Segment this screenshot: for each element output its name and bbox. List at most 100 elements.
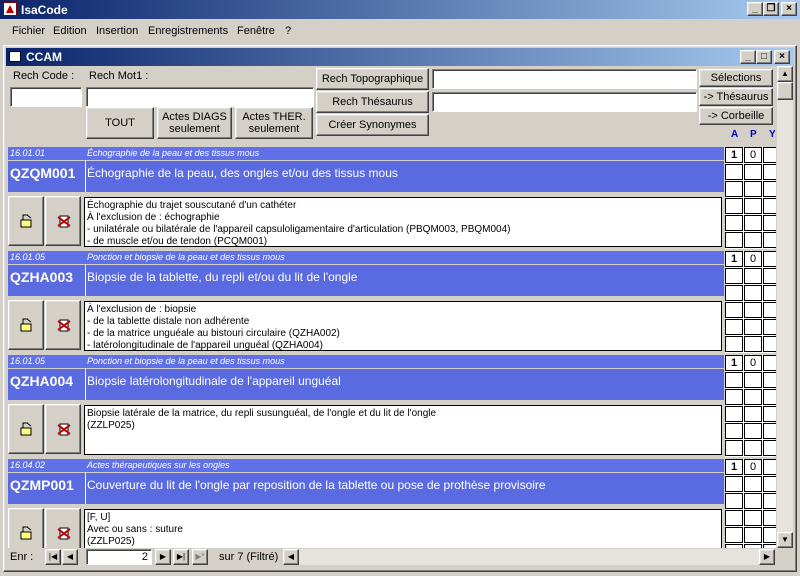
flag-cell[interactable] (725, 215, 743, 231)
flag-cell[interactable] (725, 232, 743, 248)
flag-cell[interactable] (763, 181, 776, 197)
flag-cell[interactable] (763, 147, 776, 163)
delete-button[interactable] (45, 300, 81, 350)
restore-button[interactable]: ❐ (763, 2, 779, 16)
flag-cell[interactable] (725, 372, 743, 388)
act-row[interactable]: QZHA004 Biopsie latérolongitudinale de l'… (8, 369, 724, 400)
flag-cell[interactable] (725, 198, 743, 214)
flag-cell[interactable] (763, 355, 776, 371)
first-record-button[interactable]: |◀ (45, 549, 61, 565)
flag-cell[interactable] (725, 476, 743, 492)
hscroll-right-button[interactable]: ▶ (759, 549, 775, 565)
delete-button[interactable] (45, 404, 81, 454)
scroll-up-button[interactable]: ▲ (777, 66, 793, 82)
flag-cell[interactable] (763, 268, 776, 284)
flag-cell[interactable] (725, 285, 743, 301)
flag-cell[interactable] (744, 476, 762, 492)
flag-cell[interactable] (763, 493, 776, 509)
flag-cell[interactable] (744, 268, 762, 284)
hscroll-left-button[interactable]: ◀ (283, 549, 299, 565)
edit-button[interactable] (8, 300, 44, 350)
flag-cell[interactable] (744, 423, 762, 439)
menu-fichier[interactable]: Fichier (12, 25, 45, 37)
flag-cell[interactable] (744, 440, 762, 456)
flag-cell[interactable] (763, 215, 776, 231)
flag-cell[interactable] (763, 319, 776, 335)
vertical-scrollbar[interactable] (777, 66, 793, 548)
flag-cell[interactable] (744, 181, 762, 197)
flag-cell[interactable]: 1 (725, 251, 743, 267)
flag-cell[interactable]: 0 (744, 459, 762, 475)
last-record-button[interactable]: ▶| (173, 549, 189, 565)
new-record-button[interactable]: ▶* (192, 549, 208, 565)
edit-button[interactable] (8, 508, 44, 548)
flag-cell[interactable] (725, 510, 743, 526)
to-thesaurus-button[interactable]: -> Thésaurus (699, 88, 773, 106)
flag-cell[interactable] (725, 406, 743, 422)
menu-insertion[interactable]: Insertion (96, 25, 138, 37)
flag-cell[interactable]: 0 (744, 355, 762, 371)
edit-button[interactable] (8, 196, 44, 246)
flag-cell[interactable] (744, 510, 762, 526)
flag-cell[interactable] (763, 251, 776, 267)
actes-diags-button[interactable]: Actes DIAGS seulement (157, 107, 232, 139)
flag-cell[interactable] (725, 493, 743, 509)
minimize-button[interactable]: _ (747, 2, 763, 16)
flag-cell[interactable] (744, 336, 762, 352)
scroll-thumb[interactable] (777, 82, 793, 100)
close-button[interactable]: × (781, 2, 797, 16)
flag-cell[interactable] (763, 440, 776, 456)
flag-cell[interactable] (763, 459, 776, 475)
flag-cell[interactable] (744, 302, 762, 318)
to-corbeille-button[interactable]: -> Corbeille (699, 107, 773, 125)
flag-cell[interactable] (725, 302, 743, 318)
scroll-down-button[interactable]: ▼ (777, 532, 793, 548)
thesaurus-result-field[interactable] (432, 92, 697, 112)
flag-cell[interactable] (763, 232, 776, 248)
flag-cell[interactable] (763, 423, 776, 439)
menu-enregistrements[interactable]: Enregistrements (148, 25, 228, 37)
flag-cell[interactable] (725, 336, 743, 352)
flag-cell[interactable] (744, 527, 762, 543)
act-row[interactable]: QZMP001 Couverture du lit de l'ongle par … (8, 473, 724, 504)
selections-button[interactable]: Sélections (699, 69, 773, 87)
flag-cell[interactable] (744, 406, 762, 422)
flag-cell[interactable]: 1 (725, 355, 743, 371)
menu-fenetre[interactable]: Fenêtre (237, 25, 275, 37)
ccam-close-button[interactable]: × (774, 50, 790, 64)
flag-cell[interactable] (763, 406, 776, 422)
tout-button[interactable]: TOUT (86, 107, 154, 139)
delete-button[interactable] (45, 196, 81, 246)
act-row[interactable]: QZQM001 Échographie de la peau, des ongle… (8, 161, 724, 192)
flag-cell[interactable] (725, 423, 743, 439)
menu-edition[interactable]: Edition (53, 25, 87, 37)
flag-cell[interactable] (744, 215, 762, 231)
flag-cell[interactable] (763, 527, 776, 543)
next-record-button[interactable]: ▶ (155, 549, 171, 565)
flag-cell[interactable] (763, 198, 776, 214)
flag-cell[interactable] (725, 164, 743, 180)
flag-cell[interactable] (744, 198, 762, 214)
flag-cell[interactable] (725, 527, 743, 543)
delete-button[interactable] (45, 508, 81, 548)
flag-cell[interactable]: 1 (725, 459, 743, 475)
flag-cell[interactable] (744, 285, 762, 301)
actes-ther-button[interactable]: Actes THER. seulement (235, 107, 313, 139)
rech-topographique-button[interactable]: Rech Topographique (316, 68, 429, 90)
flag-cell[interactable] (744, 372, 762, 388)
flag-cell[interactable] (763, 372, 776, 388)
ccam-maximize-button[interactable]: □ (756, 50, 772, 64)
flag-cell[interactable]: 0 (744, 147, 762, 163)
flag-cell[interactable] (763, 302, 776, 318)
flag-cell[interactable] (763, 389, 776, 405)
flag-cell[interactable] (744, 164, 762, 180)
flag-cell[interactable] (763, 164, 776, 180)
rech-thesaurus-button[interactable]: Rech Thésaurus (316, 91, 429, 113)
topo-result-field[interactable] (432, 69, 697, 89)
flag-cell[interactable] (763, 510, 776, 526)
act-row[interactable]: QZHA003 Biopsie de la tablette, du repli … (8, 265, 724, 296)
flag-cell[interactable]: 0 (744, 251, 762, 267)
edit-button[interactable] (8, 404, 44, 454)
record-number-input[interactable]: 2 (86, 549, 152, 565)
flag-cell[interactable] (763, 285, 776, 301)
